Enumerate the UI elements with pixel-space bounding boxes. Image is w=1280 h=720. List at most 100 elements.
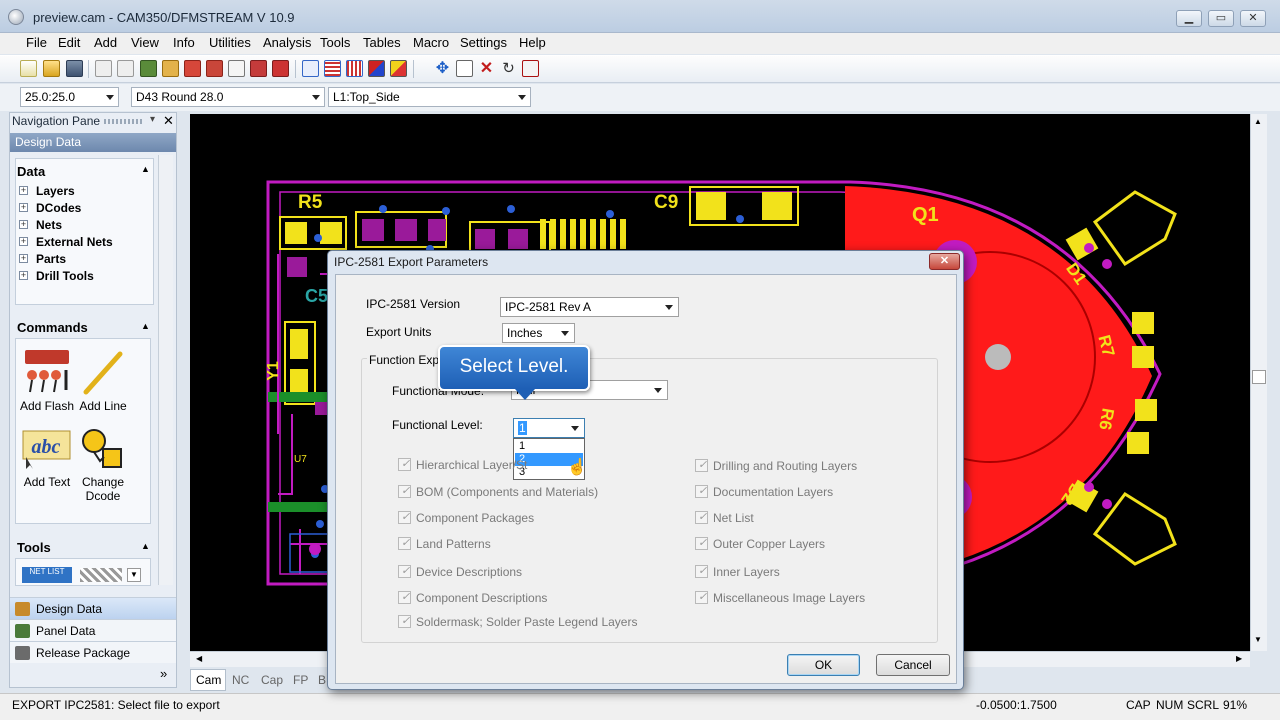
delete-icon[interactable]: ✕ (478, 60, 495, 77)
grid-combo[interactable]: 25.0:25.0 (20, 87, 119, 107)
redraw-icon[interactable] (140, 60, 157, 77)
tree-item-layers[interactable]: Layers (36, 184, 75, 198)
expand-icon[interactable]: + (19, 203, 28, 212)
menu-settings[interactable]: Settings (460, 35, 507, 50)
check-component-descriptions[interactable]: Component Descriptions (398, 590, 547, 605)
tree-item-dcodes[interactable]: DCodes (36, 201, 81, 215)
nav-scrollbar[interactable] (158, 155, 173, 585)
menu-utilities[interactable]: Utilities (209, 35, 251, 50)
nav-panel-data[interactable]: Panel Data (10, 619, 176, 641)
level-option-1[interactable]: 1 (515, 440, 583, 453)
save-icon[interactable] (66, 60, 83, 77)
snap-icon[interactable] (302, 60, 319, 77)
check-device-descriptions[interactable]: Device Descriptions (398, 564, 522, 579)
tool-thumbnail[interactable] (80, 568, 122, 582)
pane-grip[interactable] (104, 119, 144, 124)
expand-icon[interactable]: + (19, 271, 28, 280)
menu-file[interactable]: File (26, 35, 47, 50)
new-file-icon[interactable] (20, 60, 37, 77)
maximize-button[interactable]: ▭ (1208, 10, 1234, 27)
add-line-icon[interactable] (80, 348, 126, 398)
layer-color-icon[interactable] (368, 60, 385, 77)
functional-level-select[interactable]: 1 (513, 418, 585, 438)
tab-fp[interactable]: FP (293, 673, 308, 687)
menu-add[interactable]: Add (94, 35, 117, 50)
expand-icon[interactable]: + (19, 254, 28, 263)
add-flash-label[interactable]: Add Flash (18, 399, 76, 413)
tab-cam[interactable]: Cam (196, 673, 221, 687)
version-select[interactable]: IPC-2581 Rev A (500, 297, 679, 317)
menu-analysis[interactable]: Analysis (263, 35, 311, 50)
collapse-icon[interactable]: ▲ (141, 321, 150, 331)
close-button[interactable]: ✕ (1240, 10, 1266, 27)
check-documentation-layers[interactable]: Documentation Layers (695, 484, 833, 499)
expand-icon[interactable]: + (19, 220, 28, 229)
cancel-button[interactable]: Cancel (876, 654, 950, 676)
collapse-icon[interactable]: ▲ (141, 541, 150, 551)
menu-edit[interactable]: Edit (58, 35, 80, 50)
add-flash-icon[interactable] (22, 348, 72, 398)
tree-item-drill-tools[interactable]: Drill Tools (36, 269, 94, 283)
scroll-right-icon[interactable]: ▶ (1236, 654, 1242, 663)
open-folder-icon[interactable] (43, 60, 60, 77)
menu-tables[interactable]: Tables (363, 35, 401, 50)
check-soldermask-legend[interactable]: Soldermask; Solder Paste Legend Layers (398, 614, 637, 629)
grid-dots-icon[interactable] (346, 60, 363, 77)
zoom-window-icon[interactable] (162, 60, 179, 77)
redo-icon[interactable] (117, 60, 134, 77)
check-bom[interactable]: BOM (Components and Materials) (398, 484, 598, 499)
ok-button[interactable]: OK (787, 654, 860, 676)
zoom-extents-icon[interactable] (272, 60, 289, 77)
move-icon[interactable]: ✥ (434, 60, 451, 77)
units-select[interactable]: Inches (502, 323, 575, 343)
collapse-icon[interactable]: ▲ (141, 164, 150, 174)
expand-pane-icon[interactable]: » (160, 666, 167, 681)
copy-icon[interactable] (456, 60, 473, 77)
zoom-in-icon[interactable] (184, 60, 201, 77)
zoom-all-icon[interactable] (228, 60, 245, 77)
undo-icon[interactable] (95, 60, 112, 77)
tab-nc[interactable]: NC (232, 673, 249, 687)
scroll-up-icon[interactable]: ▲ (1254, 117, 1262, 126)
scroll-down-icon[interactable]: ▼ (1254, 635, 1262, 644)
scroll-thumb[interactable] (1252, 370, 1266, 384)
add-text-icon[interactable]: abc (22, 429, 72, 469)
nav-design-data[interactable]: Design Data (10, 597, 176, 619)
menu-view[interactable]: View (131, 35, 159, 50)
menu-info[interactable]: Info (173, 35, 195, 50)
change-dcode-label[interactable]: Change Dcode (76, 475, 130, 503)
add-line-label[interactable]: Add Line (76, 399, 130, 413)
expand-icon[interactable]: + (19, 186, 28, 195)
pane-pin-icon[interactable]: ▾ (150, 114, 155, 125)
grid-icon[interactable] (324, 60, 341, 77)
chevron-down-icon[interactable]: ▼ (127, 568, 141, 582)
menu-tools[interactable]: Tools (320, 35, 350, 50)
check-drilling-routing[interactable]: Drilling and Routing Layers (695, 458, 857, 473)
tree-item-parts[interactable]: Parts (36, 252, 66, 266)
pane-close-icon[interactable]: ✕ (163, 113, 174, 129)
highlight-icon[interactable] (390, 60, 407, 77)
check-net-list[interactable]: Net List (695, 510, 754, 525)
zoom-previous-icon[interactable] (250, 60, 267, 77)
tab-cap[interactable]: Cap (261, 673, 283, 687)
check-misc-image-layers[interactable]: Miscellaneous Image Layers (695, 590, 865, 605)
dialog-close-button[interactable]: ✕ (929, 253, 960, 270)
net-list-tool[interactable]: NET LIST (22, 567, 72, 583)
check-land-patterns[interactable]: Land Patterns (398, 536, 491, 551)
rotate-icon[interactable]: ↻ (500, 60, 517, 77)
add-text-label[interactable]: Add Text (16, 475, 78, 489)
check-hierarchical-layer[interactable]: Hierarchical Layer/St (398, 457, 527, 472)
menu-help[interactable]: Help (519, 35, 546, 50)
nav-release-package[interactable]: Release Package (10, 641, 176, 663)
tree-item-nets[interactable]: Nets (36, 218, 62, 232)
zoom-out-icon[interactable] (206, 60, 223, 77)
canvas-vertical-scrollbar[interactable]: ▲ ▼ (1250, 114, 1267, 651)
tab-b[interactable]: B (318, 673, 326, 687)
check-component-packages[interactable]: Component Packages (398, 510, 534, 525)
minimize-button[interactable]: ▁ (1176, 10, 1202, 27)
dcode-combo[interactable]: D43 Round 28.0 (131, 87, 325, 107)
change-dcode-icon[interactable] (80, 427, 126, 471)
mirror-icon[interactable] (522, 60, 539, 77)
menu-macro[interactable]: Macro (413, 35, 449, 50)
scroll-left-icon[interactable]: ◀ (196, 654, 202, 663)
